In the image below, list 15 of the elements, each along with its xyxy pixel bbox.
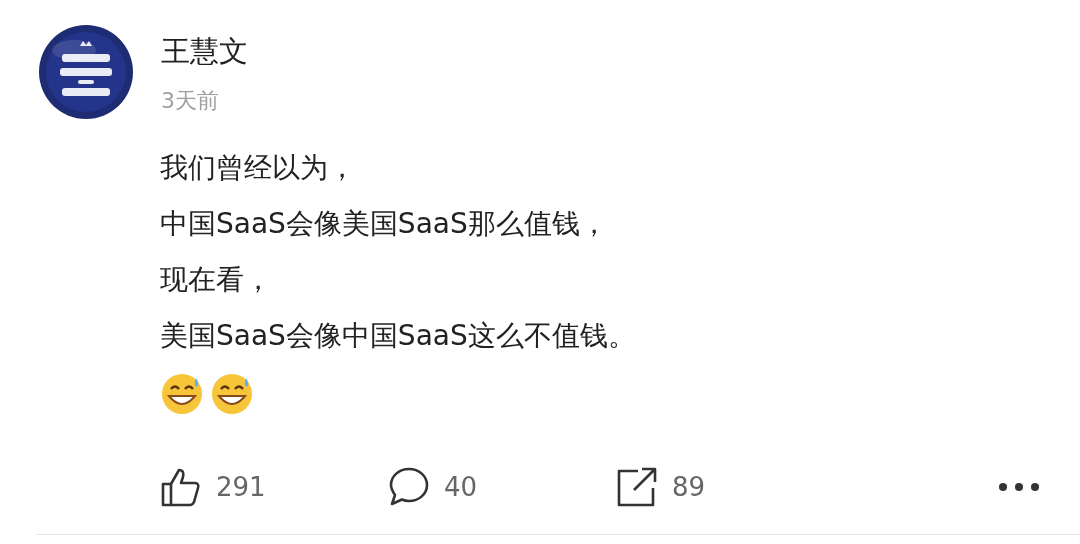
comment-count: 40 [444,472,478,502]
more-icon[interactable] [998,482,1040,492]
like-count: 291 [216,472,266,502]
post-time: 3天前 [161,87,220,115]
share-icon[interactable] [616,466,658,508]
speech-bubble-icon[interactable] [388,466,430,508]
thumbs-up-icon[interactable] [160,466,202,508]
author-name[interactable]: 王慧文 [161,32,248,72]
share-count: 89 [672,472,706,502]
post-text-line: 中国SaaS会像美国SaaS那么值钱， [160,206,609,242]
grinning-sweat-face-icon [160,372,204,416]
post-text-line: 美国SaaS会像中国SaaS这么不值钱。 [160,318,637,354]
grinning-sweat-face-icon [210,372,254,416]
post-text-line: 我们曾经以为， [160,150,357,186]
post-text-line: 现在看， [160,262,273,298]
